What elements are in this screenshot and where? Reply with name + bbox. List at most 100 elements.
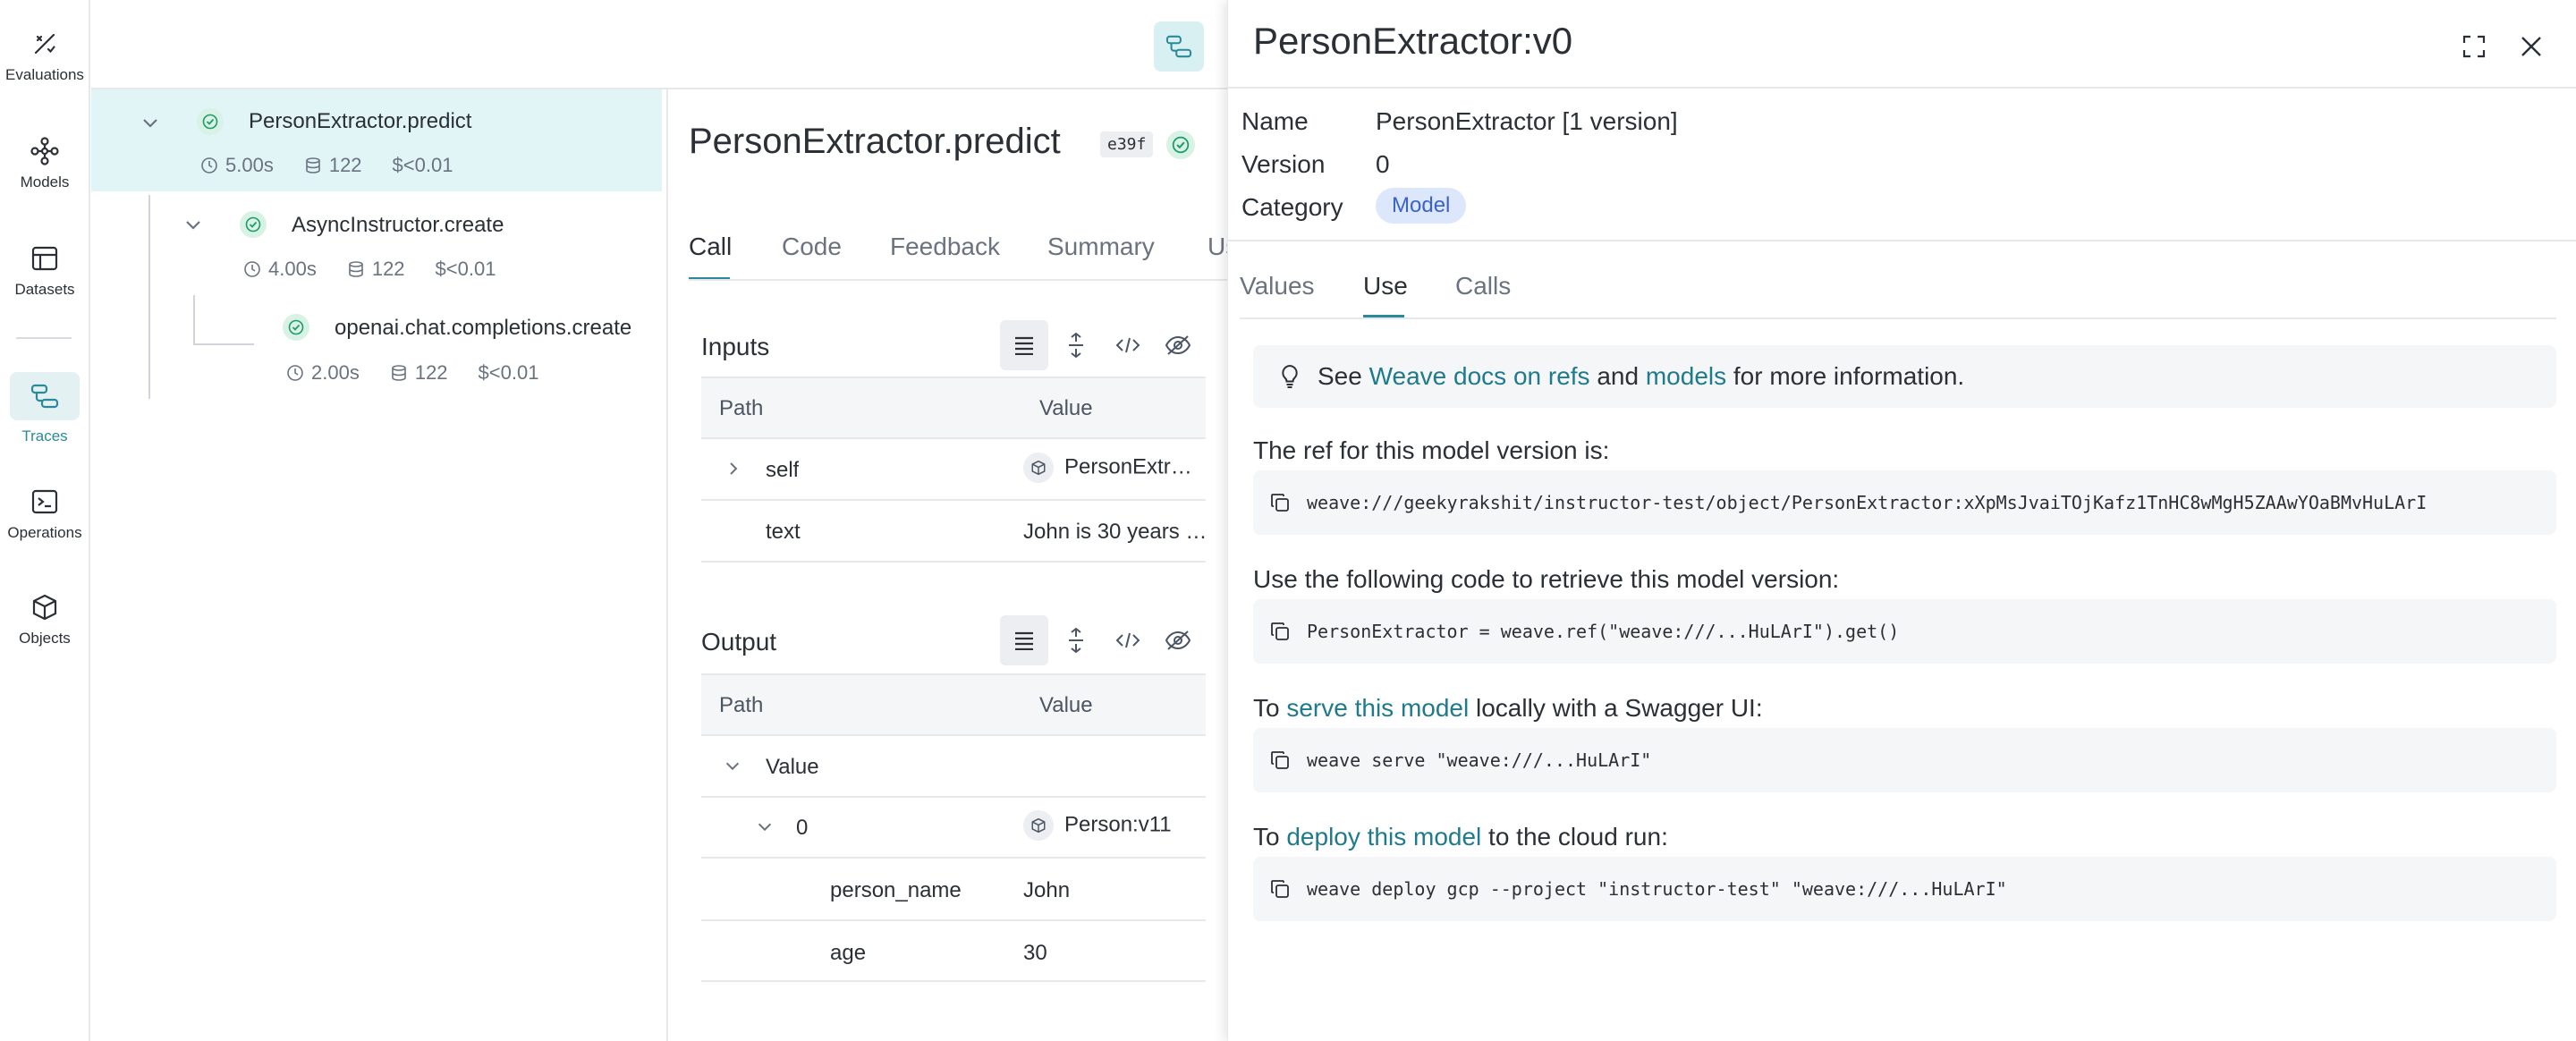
info-text: and — [1597, 362, 1640, 390]
view-table-button[interactable] — [1000, 320, 1048, 370]
retrieve-heading: Use the following code to retrieve this … — [1253, 565, 1840, 593]
drawer-title: PersonExtractor:v0 — [1253, 20, 1573, 62]
row-value-text: PersonExtr… — [1064, 454, 1192, 479]
tab-code[interactable]: Code — [782, 233, 842, 261]
deploy-code[interactable]: weave deploy gcp --project "instructor-t… — [1307, 878, 2007, 900]
clock-icon — [244, 261, 260, 277]
col-value-header[interactable]: Value — [1039, 693, 1093, 718]
chevron-down-icon[interactable] — [723, 757, 742, 776]
lightbulb-icon — [1282, 364, 1298, 388]
nav-item-datasets[interactable]: Datasets — [0, 234, 89, 299]
drawer-meta-divider — [1228, 240, 2576, 241]
col-value-header[interactable]: Value — [1039, 396, 1093, 421]
row-value[interactable]: John — [1023, 878, 1070, 903]
close-icon[interactable] — [2519, 34, 2544, 59]
row-value[interactable]: 30 — [1023, 941, 1047, 966]
models-icon — [10, 127, 80, 175]
operations-icon — [10, 478, 80, 526]
hide-button[interactable] — [1154, 615, 1202, 665]
name-value[interactable]: PersonExtractor [1 version] — [1376, 107, 1678, 136]
serve-code[interactable]: weave serve "weave:///...HuLArI" — [1307, 749, 1651, 771]
col-path-header[interactable]: Path — [719, 693, 763, 718]
copy-button[interactable] — [1253, 750, 1307, 770]
copy-icon — [1271, 751, 1289, 769]
nav-item-models[interactable]: Models — [0, 127, 89, 191]
row-path: self — [766, 458, 800, 482]
row-value[interactable]: Person:v11 — [1023, 810, 1206, 841]
view-code-button[interactable] — [1104, 615, 1152, 665]
deploy-text: to the cloud run: — [1488, 823, 1668, 851]
nav-label: Operations — [7, 524, 82, 541]
chevron-down-icon[interactable] — [182, 215, 204, 236]
row-value[interactable]: John is 30 years … — [1023, 520, 1206, 545]
success-check-icon — [197, 108, 224, 135]
models-docs-link[interactable]: models — [1646, 362, 1726, 391]
fullscreen-icon[interactable] — [2462, 34, 2487, 59]
clock-icon — [201, 157, 217, 174]
ref-code-box: weave:///geekyrakshit/instructor-test/ob… — [1253, 470, 2556, 535]
copy-button[interactable] — [1253, 879, 1307, 899]
nav-item-operations[interactable]: Operations — [0, 478, 89, 542]
call-hash-badge[interactable]: e39f — [1100, 131, 1154, 157]
tree-connector — [148, 195, 150, 399]
name-label: Name — [1241, 107, 1309, 135]
nav-label: Traces — [21, 427, 68, 444]
traces-view-button[interactable] — [1154, 21, 1204, 72]
tab-use[interactable]: Us — [1208, 233, 1227, 261]
copy-button[interactable] — [1253, 493, 1307, 512]
traces-icon — [10, 372, 80, 420]
clock-icon — [287, 365, 303, 381]
row-divider — [701, 919, 1206, 921]
tab-summary[interactable]: Summary — [1047, 233, 1155, 261]
ref-code[interactable]: weave:///geekyrakshit/instructor-test/ob… — [1307, 492, 2427, 513]
row-path: 0 — [796, 816, 809, 840]
retrieve-code[interactable]: PersonExtractor = weave.ref("weave:///..… — [1307, 621, 1899, 642]
tabs-divider — [689, 279, 1227, 281]
version-value: 0 — [1376, 150, 1390, 178]
tree-node-meta: 4.00s 122 $<0.01 — [243, 258, 496, 281]
copy-button[interactable] — [1253, 622, 1307, 641]
inputs-grid-header: Path Value — [701, 377, 1206, 439]
expand-rows-button[interactable] — [1052, 615, 1100, 665]
row-value[interactable]: PersonExtr… — [1023, 453, 1206, 483]
code-icon — [1115, 337, 1140, 353]
chevron-right-icon[interactable] — [724, 460, 742, 478]
row-divider — [701, 857, 1206, 859]
row-path: text — [766, 520, 801, 544]
deploy-model-link[interactable]: deploy this model — [1286, 823, 1481, 851]
tab-feedback[interactable]: Feedback — [890, 233, 1000, 261]
call-title: PersonExtractor.predict — [689, 122, 1061, 161]
nav-item-traces[interactable]: Traces — [0, 372, 89, 445]
traces-icon — [1165, 35, 1192, 58]
duration-text: 2.00s — [311, 361, 360, 384]
info-text: See — [1318, 362, 1362, 390]
tokens-text: 122 — [328, 154, 362, 176]
weave-docs-refs-link[interactable]: Weave docs on refs — [1369, 362, 1590, 391]
tab-use[interactable]: Use — [1363, 272, 1408, 300]
row-divider — [701, 499, 1206, 501]
view-table-button[interactable] — [1000, 615, 1048, 665]
serve-code-box: weave serve "weave:///...HuLArI" — [1253, 728, 2556, 792]
tokens-text: 122 — [414, 361, 448, 384]
chevron-down-icon[interactable] — [140, 113, 161, 134]
list-icon — [1015, 631, 1033, 650]
output-grid-header: Path Value — [701, 673, 1206, 736]
code-icon — [1115, 632, 1140, 648]
row-divider — [701, 980, 1206, 982]
success-check-icon — [1166, 131, 1195, 159]
expand-rows-button[interactable] — [1052, 320, 1100, 370]
nav-item-objects[interactable]: Objects — [0, 583, 89, 647]
tab-values[interactable]: Values — [1240, 272, 1315, 300]
row-path: age — [830, 941, 867, 965]
serve-model-link[interactable]: serve this model — [1286, 694, 1469, 722]
view-code-button[interactable] — [1104, 320, 1152, 370]
tab-call[interactable]: Call — [689, 233, 732, 261]
tab-calls[interactable]: Calls — [1455, 272, 1511, 300]
nav-item-evaluations[interactable]: Evaluations — [0, 20, 89, 84]
inputs-title: Inputs — [701, 333, 770, 360]
chevron-down-icon[interactable] — [755, 817, 775, 837]
version-label: Version — [1241, 150, 1326, 178]
row-value-text: Person:v11 — [1064, 812, 1172, 837]
col-path-header[interactable]: Path — [719, 396, 763, 421]
hide-button[interactable] — [1154, 320, 1202, 370]
